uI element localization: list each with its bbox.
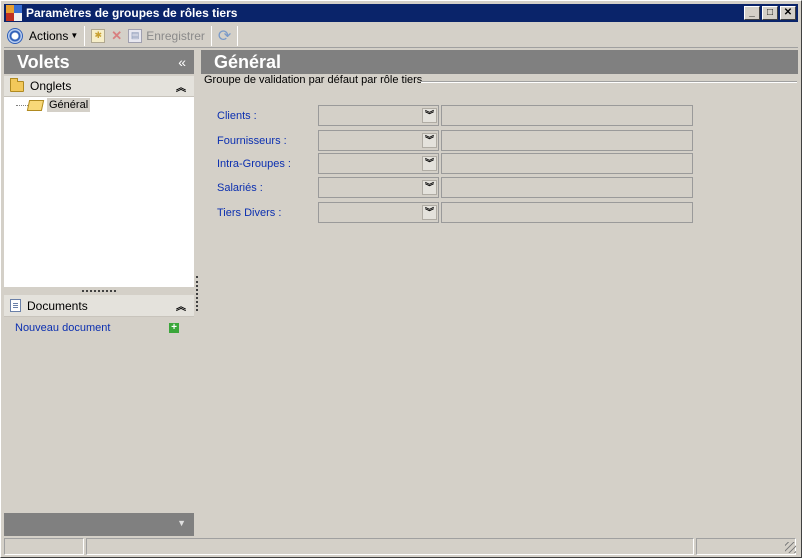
save-label: Enregistrer <box>146 28 205 43</box>
chevron-down-icon[interactable]: ︾ <box>422 133 437 148</box>
role-row-fournisseurs: Fournisseurs : ︾ <box>217 130 693 151</box>
main-window: Paramètres de groupes de rôles tiers _ □… <box>0 0 802 558</box>
toolbar-separator <box>210 25 212 46</box>
role-row-tiers-divers: Tiers Divers : ︾ <box>217 202 693 223</box>
role-row-salaries: Salariés : ︾ <box>217 177 693 198</box>
open-folder-icon <box>26 99 45 111</box>
resize-grip-icon[interactable] <box>785 542 796 553</box>
role-label: Tiers Divers : <box>217 206 282 219</box>
actions-menu-button[interactable]: Actions ▼ <box>4 25 81 47</box>
add-document-icon[interactable]: + <box>169 323 179 333</box>
group-description-field[interactable] <box>441 202 693 223</box>
group-combo[interactable]: ︾ <box>318 130 439 151</box>
volets-header: Volets « <box>4 50 194 74</box>
toolbar-separator <box>237 25 239 46</box>
role-label: Salariés : <box>217 181 263 194</box>
tree-item-general[interactable]: Général <box>26 98 91 112</box>
left-panel-footer: ▼ <box>4 513 194 536</box>
splitter-grip <box>82 289 116 292</box>
window-title: Paramètres de groupes de rôles tiers <box>26 6 238 20</box>
navigation-orb-icon[interactable] <box>7 27 23 44</box>
role-label: Clients : <box>217 109 257 122</box>
role-row-intra-groupes: Intra-Groupes : ︾ <box>217 153 693 174</box>
documents-label: Documents <box>27 298 88 313</box>
group-combo[interactable]: ︾ <box>318 153 439 174</box>
chevron-down-icon[interactable]: ︾ <box>422 180 437 195</box>
delete-button[interactable]: ✕ <box>108 25 125 47</box>
role-label: Intra-Groupes : <box>217 157 291 170</box>
app-icon <box>6 5 22 21</box>
status-cell <box>4 538 84 555</box>
actions-label: Actions <box>29 28 69 43</box>
group-description-field[interactable] <box>441 177 693 198</box>
collapse-panel-icon[interactable]: « <box>178 54 186 70</box>
role-label: Fournisseurs : <box>217 134 287 147</box>
save-button[interactable]: ▤ Enregistrer <box>125 25 208 47</box>
group-description-field[interactable] <box>441 105 693 126</box>
minimize-button[interactable]: _ <box>744 6 760 20</box>
new-document-link[interactable]: Nouveau document <box>15 322 110 334</box>
folder-icon <box>10 77 24 92</box>
group-description-field[interactable] <box>441 130 693 151</box>
collapse-section-icon[interactable]: ︽ <box>176 298 186 313</box>
document-icon <box>10 299 21 312</box>
pane-splitter[interactable] <box>4 287 194 294</box>
role-row-clients: Clients : ︾ <box>217 105 693 126</box>
onglets-label: Onglets <box>30 79 72 93</box>
toolbar: Actions ▼ ✱ ✕ ▤ Enregistrer ⟳ <box>4 24 798 48</box>
chevron-down-icon[interactable]: ︾ <box>422 156 437 171</box>
refresh-button[interactable]: ⟳ <box>215 25 234 47</box>
window-controls: _ □ ✕ <box>742 6 796 20</box>
toolbar-separator <box>84 25 86 46</box>
tree-item-label: Général <box>47 98 91 112</box>
chevron-down-icon[interactable]: ︾ <box>422 108 437 123</box>
group-box-line <box>421 81 797 83</box>
volets-title: Volets <box>17 51 70 72</box>
close-button[interactable]: ✕ <box>780 6 796 20</box>
onglets-section-header[interactable]: Onglets ︽ <box>4 76 194 97</box>
group-combo[interactable]: ︾ <box>318 105 439 126</box>
new-item-icon: ✱ <box>91 28 106 43</box>
group-combo[interactable]: ︾ <box>318 202 439 223</box>
chevron-down-icon[interactable]: ▼ <box>177 518 186 528</box>
save-icon: ▤ <box>128 28 143 43</box>
documents-section-header[interactable]: Documents ︽ <box>4 295 194 317</box>
maximize-button[interactable]: □ <box>762 6 778 20</box>
status-cell <box>86 538 694 555</box>
tabs-tree: Général <box>4 97 194 287</box>
group-box-label: Groupe de validation par défaut par rôle… <box>204 74 425 86</box>
refresh-icon: ⟳ <box>217 27 232 45</box>
status-bar <box>4 538 798 555</box>
new-button[interactable]: ✱ <box>88 25 108 47</box>
group-combo[interactable]: ︾ <box>318 177 439 198</box>
group-description-field[interactable] <box>441 153 693 174</box>
collapse-section-icon[interactable]: ︽ <box>176 79 186 94</box>
delete-icon: ✕ <box>111 27 123 43</box>
vertical-splitter[interactable] <box>196 276 198 311</box>
title-bar[interactable]: Paramètres de groupes de rôles tiers _ □… <box>4 4 798 22</box>
page-title: Général <box>214 51 282 72</box>
chevron-down-icon[interactable]: ︾ <box>422 205 437 220</box>
status-cell <box>696 538 796 555</box>
main-header: Général <box>201 50 798 74</box>
dropdown-arrow-icon: ▼ <box>70 31 79 40</box>
